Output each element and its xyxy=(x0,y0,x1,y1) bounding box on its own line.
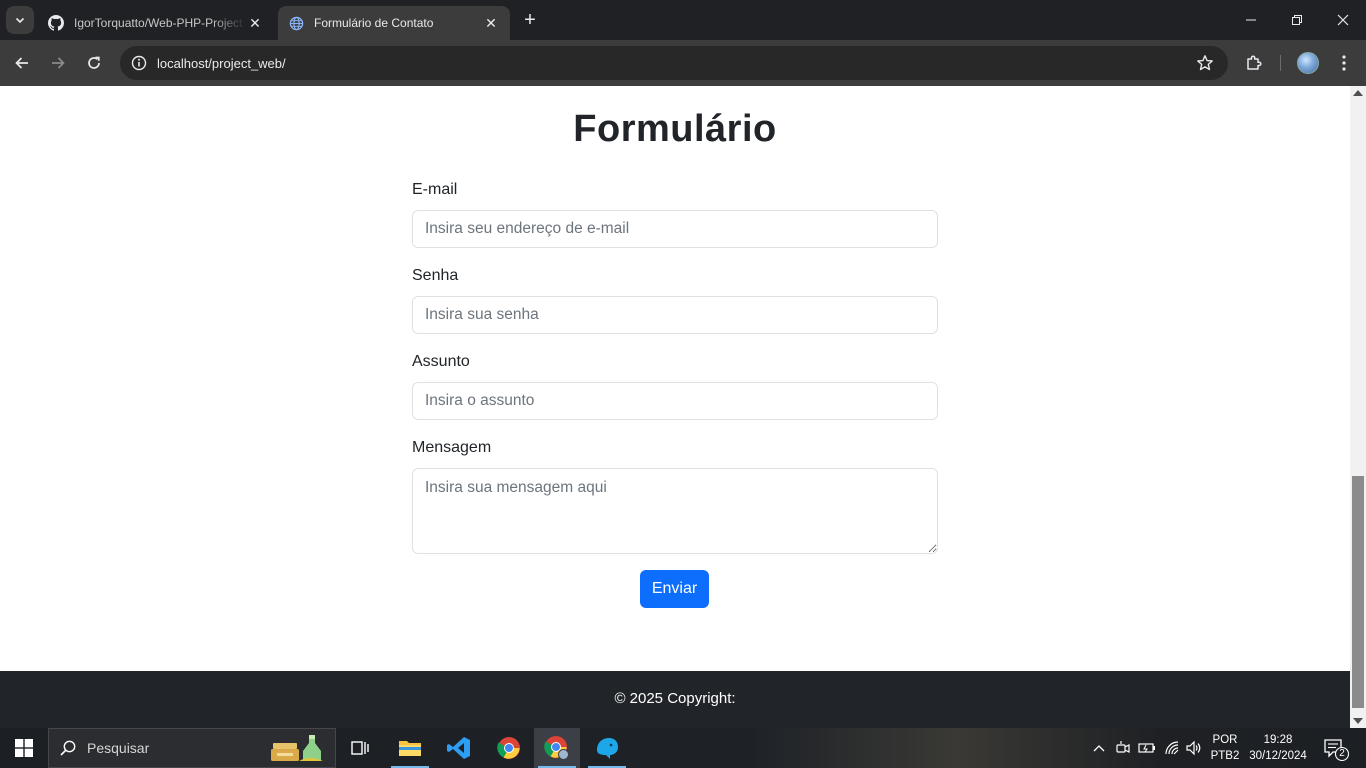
close-tab-icon[interactable]: ✕ xyxy=(482,14,500,32)
meet-now-tray[interactable] xyxy=(1112,728,1134,768)
arrow-left-icon xyxy=(15,57,28,69)
search-highlight-illustration-icon xyxy=(271,735,323,761)
site-info-icon[interactable] xyxy=(122,46,156,80)
password-label: Senha xyxy=(412,267,459,284)
task-view-icon xyxy=(351,741,369,755)
email-label: E-mail xyxy=(412,181,458,198)
minimize-icon xyxy=(1246,19,1256,21)
tab-formulario[interactable]: Formulário de Contato ✕ xyxy=(278,6,510,40)
vscode-icon xyxy=(447,737,470,759)
camera-icon xyxy=(1116,741,1130,753)
subject-label: Assunto xyxy=(412,353,470,370)
taskbar-clock[interactable]: 19:28 30/12/2024 xyxy=(1246,732,1310,764)
subject-field[interactable] xyxy=(412,382,938,420)
chrome-icon xyxy=(497,737,520,759)
page-viewport: Formulário E-mail Senha Assunto Mensagem… xyxy=(0,86,1350,728)
tab-title: Formulário de Contato xyxy=(314,16,434,30)
page-title: Formulário xyxy=(573,108,777,150)
browser-tab-bar: IgorTorquatto/Web-PHP-Project ✕ Formulár… xyxy=(0,0,1366,40)
password-field[interactable] xyxy=(412,296,938,334)
taskbar-search-box[interactable]: Pesquisar xyxy=(48,728,336,768)
clock-time: 19:28 xyxy=(1263,734,1293,746)
reload-icon xyxy=(88,56,100,69)
close-tab-icon[interactable]: ✕ xyxy=(246,14,264,32)
show-hidden-icons-button[interactable] xyxy=(1088,728,1110,768)
browser-menu-button[interactable] xyxy=(1332,51,1356,75)
notification-center-button[interactable]: 2 xyxy=(1318,734,1350,762)
page-scrollbar[interactable] xyxy=(1350,86,1366,728)
chevron-down-icon xyxy=(15,17,25,24)
arrow-right-icon xyxy=(52,57,65,69)
email-field[interactable] xyxy=(412,210,938,248)
reload-button[interactable] xyxy=(80,49,108,77)
message-field[interactable] xyxy=(412,468,938,554)
toolbar-divider xyxy=(1280,55,1281,71)
restore-button[interactable] xyxy=(1274,0,1320,40)
language-code: POR xyxy=(1212,734,1238,746)
back-button[interactable] xyxy=(8,49,36,77)
puzzle-icon xyxy=(1247,55,1262,70)
taskbar-file-explorer[interactable] xyxy=(387,728,433,768)
battery-tray[interactable] xyxy=(1136,728,1158,768)
search-placeholder: Pesquisar xyxy=(87,740,150,756)
volume-tray[interactable] xyxy=(1184,728,1204,768)
extensions-button[interactable] xyxy=(1242,51,1266,75)
windows-taskbar: Pesquisar POR PTB2 19:28 30/12/2024 2 xyxy=(0,728,1366,768)
notification-count: 2 xyxy=(1339,748,1345,759)
taskbar-vscode[interactable] xyxy=(436,728,482,768)
address-bar[interactable]: localhost/project_web/ xyxy=(120,46,1228,80)
chrome-profile-icon xyxy=(544,736,569,760)
task-view-button[interactable] xyxy=(337,728,383,768)
wifi-icon xyxy=(1165,741,1179,755)
clock-date: 30/12/2024 xyxy=(1249,750,1307,762)
search-icon xyxy=(49,739,87,757)
tab-search-button[interactable] xyxy=(6,6,34,34)
github-icon xyxy=(48,15,64,31)
close-window-button[interactable] xyxy=(1320,0,1366,40)
taskbar-chrome-profile[interactable] xyxy=(534,728,580,768)
dolphin-icon xyxy=(597,738,618,759)
taskbar-mysql-workbench[interactable] xyxy=(584,728,630,768)
url-text: localhost/project_web/ xyxy=(157,55,286,71)
keyboard-layout: PTB2 xyxy=(1210,750,1240,762)
minimize-button[interactable] xyxy=(1228,0,1274,40)
taskbar-chrome[interactable] xyxy=(486,728,532,768)
restore-icon xyxy=(1292,15,1302,25)
scroll-up-icon[interactable] xyxy=(1353,90,1363,96)
scrollbar-thumb[interactable] xyxy=(1352,476,1364,708)
battery-icon xyxy=(1138,743,1155,753)
more-vertical-icon xyxy=(1342,55,1346,71)
page-footer: © 2025 Copyright: xyxy=(0,671,1350,728)
forward-button[interactable] xyxy=(44,49,72,77)
profile-avatar[interactable] xyxy=(1297,52,1319,74)
browser-toolbar: localhost/project_web/ xyxy=(0,40,1366,86)
input-language-indicator[interactable]: POR PTB2 xyxy=(1206,732,1244,764)
bookmark-star-icon[interactable] xyxy=(1196,54,1214,72)
start-button[interactable] xyxy=(0,728,48,768)
folder-icon xyxy=(399,741,421,756)
new-tab-button[interactable]: + xyxy=(518,9,542,33)
chevron-up-icon xyxy=(1093,745,1105,752)
submit-button[interactable]: Enviar xyxy=(640,570,709,608)
scroll-down-icon[interactable] xyxy=(1353,718,1363,724)
tab-github[interactable]: IgorTorquatto/Web-PHP-Project ✕ xyxy=(38,6,274,40)
tab-title: IgorTorquatto/Web-PHP-Project xyxy=(74,16,243,30)
speaker-icon xyxy=(1186,741,1201,755)
close-icon xyxy=(1337,14,1349,26)
windows-logo-icon xyxy=(15,739,33,757)
network-tray[interactable] xyxy=(1160,728,1184,768)
globe-icon xyxy=(288,15,304,31)
message-label: Mensagem xyxy=(412,439,492,456)
copyright-text: © 2025 Copyright: xyxy=(614,690,736,707)
